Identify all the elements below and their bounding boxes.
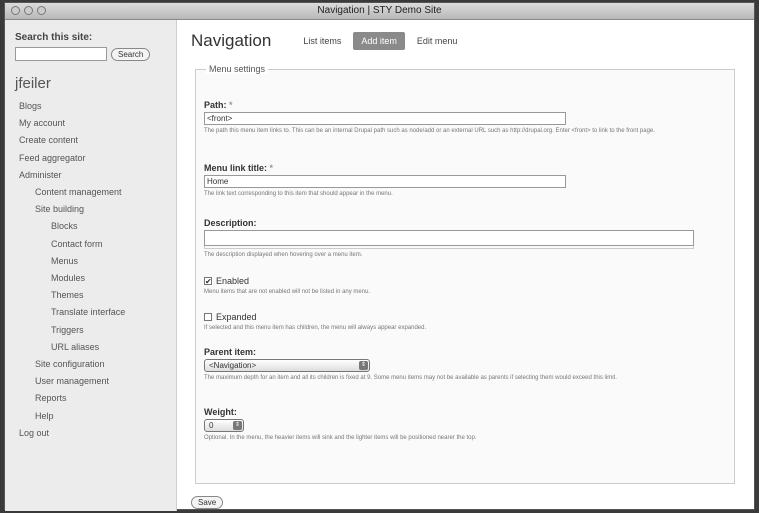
weight-label: Weight: bbox=[204, 407, 237, 417]
expanded-field: Expanded If selected and this menu item … bbox=[204, 312, 714, 332]
nav-item-menus[interactable]: Menus bbox=[15, 253, 166, 270]
path-field: Path: * <front> The path this menu item … bbox=[204, 100, 714, 135]
select-arrows-icon: ⇕ bbox=[359, 361, 368, 370]
nav-item-reports[interactable]: Reports bbox=[15, 390, 166, 407]
parent-item-field: Parent item: <Navigation> ⇕ The maximum … bbox=[204, 347, 714, 382]
path-input[interactable]: <front> bbox=[204, 112, 566, 125]
enabled-checkbox[interactable]: ✔ bbox=[204, 277, 212, 286]
parent-item-select[interactable]: <Navigation> ⇕ bbox=[204, 359, 370, 372]
nav-item-feed-aggregator[interactable]: Feed aggregator bbox=[15, 150, 166, 167]
title-bar: Navigation | STY Demo Site bbox=[5, 3, 754, 20]
enabled-label: Enabled bbox=[216, 276, 250, 286]
tab-add-item[interactable]: Add item bbox=[353, 32, 405, 50]
fieldset-legend: Menu settings bbox=[206, 64, 269, 74]
path-description: The path this menu item links to. This c… bbox=[204, 128, 655, 134]
nav-item-content-management[interactable]: Content management bbox=[15, 184, 166, 201]
nav-item-url-aliases[interactable]: URL aliases bbox=[15, 339, 166, 356]
search-input[interactable] bbox=[15, 47, 107, 61]
save-button[interactable]: Save bbox=[191, 496, 224, 509]
minimize-window-button[interactable] bbox=[24, 6, 33, 15]
expanded-label: Expanded bbox=[216, 312, 257, 322]
nav-item-administer[interactable]: Administer bbox=[15, 167, 166, 184]
description-label: Description: bbox=[204, 218, 257, 228]
link-title-input[interactable]: Home bbox=[204, 175, 566, 188]
required-marker: * bbox=[229, 100, 233, 110]
weight-value: 0 bbox=[209, 421, 214, 430]
expanded-checkbox[interactable] bbox=[204, 313, 212, 321]
nav-item-triggers[interactable]: Triggers bbox=[15, 322, 166, 339]
page-title: Navigation bbox=[191, 31, 272, 50]
parent-item-description: The maximum depth for an item and all it… bbox=[204, 375, 617, 381]
description-field: Description: The description displayed w… bbox=[204, 218, 714, 259]
weight-field: Weight: 0 ⇕ Optional. In the menu, the h… bbox=[204, 407, 714, 442]
nav-item-modules[interactable]: Modules bbox=[15, 270, 166, 287]
enabled-description: Menu items that are not enabled will not… bbox=[204, 289, 371, 295]
parent-item-label: Parent item: bbox=[204, 347, 257, 357]
tab-list-items[interactable]: List items bbox=[295, 32, 349, 50]
menu-settings-fieldset: Menu settings Path: * <front> The path t… bbox=[195, 64, 735, 484]
nav-item-site-configuration[interactable]: Site configuration bbox=[15, 356, 166, 373]
nav-item-translate-interface[interactable]: Translate interface bbox=[15, 304, 166, 321]
tab-edit-menu[interactable]: Edit menu bbox=[409, 32, 466, 50]
select-arrows-icon: ⇕ bbox=[233, 421, 242, 430]
expanded-description: If selected and this menu item has child… bbox=[204, 325, 427, 331]
nav-item-create-content[interactable]: Create content bbox=[15, 132, 166, 149]
page-header: Navigation List items Add item Edit menu bbox=[191, 26, 754, 56]
description-textarea[interactable] bbox=[204, 230, 694, 246]
weight-select[interactable]: 0 ⇕ bbox=[204, 419, 244, 432]
nav-item-log-out[interactable]: Log out bbox=[15, 425, 166, 442]
link-title-field: Menu link title: * Home The link text co… bbox=[204, 163, 714, 198]
nav-item-blogs[interactable]: Blogs bbox=[15, 98, 166, 115]
window-controls bbox=[11, 6, 46, 15]
nav-item-contact-form[interactable]: Contact form bbox=[15, 236, 166, 253]
parent-item-value: <Navigation> bbox=[209, 361, 257, 370]
main-content: Navigation List items Add item Edit menu… bbox=[191, 20, 754, 509]
nav-item-blocks[interactable]: Blocks bbox=[15, 218, 166, 235]
nav-item-themes[interactable]: Themes bbox=[15, 287, 166, 304]
sidebar-nav: Blogs My account Create content Feed agg… bbox=[15, 98, 166, 442]
nav-item-user-management[interactable]: User management bbox=[15, 373, 166, 390]
link-title-description: The link text corresponding to this item… bbox=[204, 191, 393, 197]
textarea-resize-grip[interactable] bbox=[204, 246, 694, 249]
description-help: The description displayed when hovering … bbox=[204, 252, 363, 258]
page-content: Search this site: Search jfeiler Blogs M… bbox=[5, 20, 754, 511]
window-title: Navigation | STY Demo Site bbox=[317, 5, 442, 16]
username-heading: jfeiler bbox=[15, 75, 51, 92]
weight-description: Optional. In the menu, the heavier items… bbox=[204, 435, 477, 441]
nav-item-my-account[interactable]: My account bbox=[15, 115, 166, 132]
search-row: Search bbox=[15, 47, 166, 61]
nav-item-help[interactable]: Help bbox=[15, 408, 166, 425]
enabled-field: ✔ Enabled Menu items that are not enable… bbox=[204, 276, 714, 296]
path-label: Path: * bbox=[204, 100, 233, 110]
close-window-button[interactable] bbox=[11, 6, 20, 15]
sidebar: Search this site: Search jfeiler Blogs M… bbox=[5, 20, 177, 511]
search-label: Search this site: bbox=[15, 32, 93, 43]
search-button[interactable]: Search bbox=[111, 47, 151, 61]
link-title-label: Menu link title: * bbox=[204, 163, 274, 173]
required-marker: * bbox=[269, 163, 274, 173]
nav-item-site-building[interactable]: Site building bbox=[15, 201, 166, 218]
zoom-window-button[interactable] bbox=[37, 6, 46, 15]
browser-window: Navigation | STY Demo Site Search this s… bbox=[4, 2, 755, 511]
